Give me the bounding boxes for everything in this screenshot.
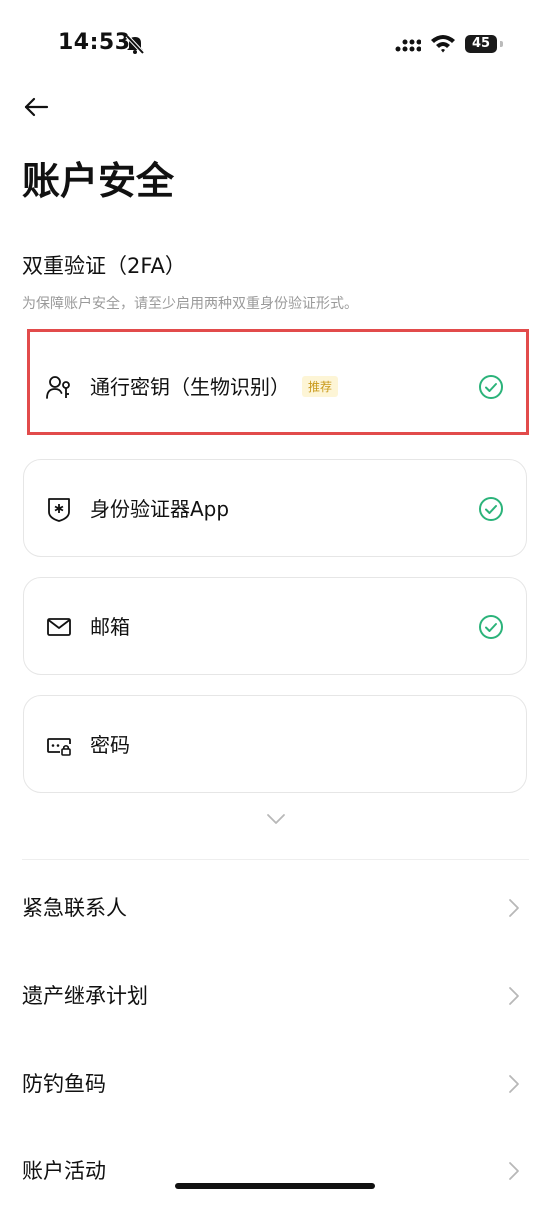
battery-tip <box>500 41 503 47</box>
twofa-section-title: 双重验证（2FA） <box>22 254 186 278</box>
check-circle-icon <box>479 615 503 639</box>
bell-muted-icon <box>125 34 145 55</box>
twofa-method-passkey[interactable]: 通行密钥（生物识别） 推荐 <box>23 337 527 435</box>
setting-emergency-contact[interactable]: 紧急联系人 <box>0 864 551 944</box>
page-title: 账户安全 <box>22 159 175 203</box>
password-icon <box>47 738 71 756</box>
setting-inheritance-plan[interactable]: 遗产继承计划 <box>0 952 551 1032</box>
setting-label: 账户活动 <box>22 1159 106 1183</box>
authenticator-shield-icon <box>48 498 70 522</box>
setting-label: 遗产继承计划 <box>22 984 148 1008</box>
cellular-signal-icon <box>395 39 421 52</box>
chevron-right-icon <box>509 1162 519 1180</box>
setting-account-activity[interactable]: 账户活动 <box>0 1127 551 1207</box>
recommended-badge: 推荐 <box>302 376 339 397</box>
twofa-section-description: 为保障账户安全，请至少启用两种双重身份验证形式。 <box>22 296 358 312</box>
status-time: 14:53 <box>58 30 131 55</box>
chevron-right-icon <box>509 987 519 1005</box>
password-label: 密码 <box>90 733 130 757</box>
setting-label: 紧急联系人 <box>22 896 127 920</box>
back-arrow-icon[interactable] <box>22 92 52 122</box>
twofa-method-email[interactable]: 邮箱 <box>23 577 527 675</box>
battery-indicator: 45 <box>465 35 497 53</box>
mail-icon <box>47 618 71 636</box>
check-circle-icon <box>479 375 503 399</box>
chevron-right-icon <box>509 1075 519 1093</box>
check-circle-icon <box>479 497 503 521</box>
passkey-label: 通行密钥（生物识别） <box>90 375 290 399</box>
email-label: 邮箱 <box>90 615 130 639</box>
authenticator-label: 身份验证器App <box>90 497 230 521</box>
chevron-right-icon <box>509 899 519 917</box>
twofa-method-password[interactable]: 密码 <box>23 695 527 793</box>
status-bar: 14:53 45 <box>0 0 551 90</box>
home-indicator[interactable] <box>175 1183 375 1189</box>
setting-anti-phishing-code[interactable]: 防钓鱼码 <box>0 1040 551 1120</box>
passkey-icon <box>46 376 70 399</box>
twofa-method-label: 通行密钥（生物识别） 推荐 <box>90 371 339 400</box>
section-divider <box>22 859 529 860</box>
chevron-down-icon[interactable] <box>264 810 288 828</box>
twofa-method-authenticator[interactable]: 身份验证器App <box>23 459 527 557</box>
setting-label: 防钓鱼码 <box>22 1072 106 1096</box>
wifi-icon <box>431 35 455 53</box>
